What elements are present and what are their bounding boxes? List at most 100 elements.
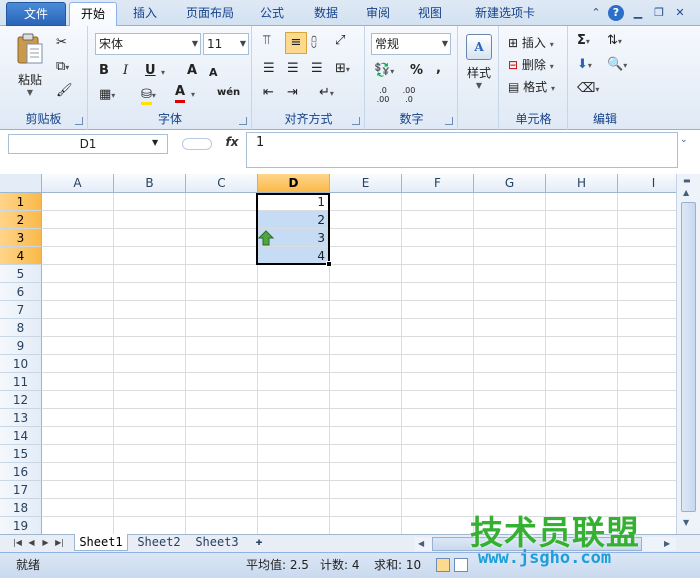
split-handle-icon[interactable]: ▬ bbox=[683, 176, 691, 185]
cell-d18[interactable] bbox=[258, 499, 330, 517]
cell-b14[interactable] bbox=[114, 427, 186, 445]
align-center-icon[interactable]: ☰ bbox=[287, 60, 299, 78]
cell-i14[interactable] bbox=[618, 427, 676, 445]
cell-e19[interactable] bbox=[330, 517, 402, 534]
autosum-button[interactable]: Σ▾ bbox=[577, 32, 590, 51]
cell-b5[interactable] bbox=[114, 265, 186, 283]
cell-i16[interactable] bbox=[618, 463, 676, 481]
row-header-14[interactable]: 14 bbox=[0, 427, 42, 445]
fill-color-icon[interactable]: ⛁▾ bbox=[141, 86, 156, 105]
row-header-11[interactable]: 11 bbox=[0, 373, 42, 391]
tab-new-tab[interactable]: 新建选项卡 bbox=[462, 2, 548, 26]
cell-d9[interactable] bbox=[258, 337, 330, 355]
cell-b19[interactable] bbox=[114, 517, 186, 534]
cell-d1[interactable]: 1 bbox=[258, 193, 330, 211]
row-header-10[interactable]: 10 bbox=[0, 355, 42, 373]
cell-d7[interactable] bbox=[258, 301, 330, 319]
cell-d16[interactable] bbox=[258, 463, 330, 481]
last-sheet-icon[interactable]: ▶| bbox=[54, 536, 65, 550]
cell-a10[interactable] bbox=[42, 355, 114, 373]
cell-i15[interactable] bbox=[618, 445, 676, 463]
font-size-combo[interactable]: 11 ▼ bbox=[203, 33, 249, 55]
cell-c7[interactable] bbox=[186, 301, 258, 319]
cell-f7[interactable] bbox=[402, 301, 474, 319]
cell-h4[interactable] bbox=[546, 247, 618, 265]
cell-c10[interactable] bbox=[186, 355, 258, 373]
minimize-ribbon-icon[interactable]: ⌃ bbox=[588, 5, 604, 21]
cell-a2[interactable] bbox=[42, 211, 114, 229]
cell-b9[interactable] bbox=[114, 337, 186, 355]
column-header-e[interactable]: E bbox=[330, 174, 402, 193]
cell-d8[interactable] bbox=[258, 319, 330, 337]
row-header-1[interactable]: 1 bbox=[0, 193, 42, 211]
cell-i5[interactable] bbox=[618, 265, 676, 283]
cell-c1[interactable] bbox=[186, 193, 258, 211]
cell-c13[interactable] bbox=[186, 409, 258, 427]
cell-g10[interactable] bbox=[474, 355, 546, 373]
cell-g11[interactable] bbox=[474, 373, 546, 391]
clear-icon[interactable]: ⌫▾ bbox=[577, 80, 599, 99]
cell-c16[interactable] bbox=[186, 463, 258, 481]
cell-e18[interactable] bbox=[330, 499, 402, 517]
row-header-5[interactable]: 5 bbox=[0, 265, 42, 283]
cell-g18[interactable] bbox=[474, 499, 546, 517]
cell-h2[interactable] bbox=[546, 211, 618, 229]
cell-e10[interactable] bbox=[330, 355, 402, 373]
cell-b3[interactable] bbox=[114, 229, 186, 247]
underline-dropdown-icon[interactable]: ▾ bbox=[161, 68, 165, 77]
cell-i17[interactable] bbox=[618, 481, 676, 499]
font-name-combo[interactable]: 宋体 ▼ bbox=[95, 33, 201, 55]
row-header-18[interactable]: 18 bbox=[0, 499, 42, 517]
column-header-c[interactable]: C bbox=[186, 174, 258, 193]
cell-b2[interactable] bbox=[114, 211, 186, 229]
cut-icon[interactable]: ✂ bbox=[56, 34, 67, 52]
cell-f5[interactable] bbox=[402, 265, 474, 283]
scroll-down-icon[interactable]: ▼ bbox=[683, 518, 689, 527]
cell-a7[interactable] bbox=[42, 301, 114, 319]
cell-e16[interactable] bbox=[330, 463, 402, 481]
cell-g1[interactable] bbox=[474, 193, 546, 211]
row-header-15[interactable]: 15 bbox=[0, 445, 42, 463]
cell-c3[interactable] bbox=[186, 229, 258, 247]
cell-g8[interactable] bbox=[474, 319, 546, 337]
name-box[interactable]: D1 bbox=[8, 134, 168, 154]
cell-c18[interactable] bbox=[186, 499, 258, 517]
select-all-corner[interactable] bbox=[0, 174, 42, 193]
formula-input[interactable]: 1 bbox=[246, 132, 678, 168]
name-box-dropdown-icon[interactable]: ▼ bbox=[152, 134, 158, 152]
cell-g14[interactable] bbox=[474, 427, 546, 445]
cell-g12[interactable] bbox=[474, 391, 546, 409]
cell-i3[interactable] bbox=[618, 229, 676, 247]
vertical-scroll-thumb[interactable] bbox=[681, 202, 696, 512]
cell-c5[interactable] bbox=[186, 265, 258, 283]
cell-g7[interactable] bbox=[474, 301, 546, 319]
row-header-16[interactable]: 16 bbox=[0, 463, 42, 481]
cell-h3[interactable] bbox=[546, 229, 618, 247]
currency-icon[interactable]: 💱▾ bbox=[374, 62, 394, 81]
horizontal-scrollbar[interactable]: ◀ ▶ bbox=[414, 537, 676, 551]
cell-f14[interactable] bbox=[402, 427, 474, 445]
formula-bar-splitter[interactable] bbox=[182, 138, 212, 150]
cell-g16[interactable] bbox=[474, 463, 546, 481]
cell-d17[interactable] bbox=[258, 481, 330, 499]
first-sheet-icon[interactable]: |◀ bbox=[12, 536, 23, 550]
cell-i10[interactable] bbox=[618, 355, 676, 373]
cell-a9[interactable] bbox=[42, 337, 114, 355]
tab-page-layout[interactable]: 页面布局 bbox=[178, 2, 242, 26]
cell-c17[interactable] bbox=[186, 481, 258, 499]
cell-d4[interactable]: 4 bbox=[258, 247, 330, 265]
cell-i13[interactable] bbox=[618, 409, 676, 427]
cell-h12[interactable] bbox=[546, 391, 618, 409]
cell-b13[interactable] bbox=[114, 409, 186, 427]
cell-g9[interactable] bbox=[474, 337, 546, 355]
tab-formulas[interactable]: 公式 bbox=[250, 2, 294, 26]
align-left-icon[interactable]: ☰ bbox=[263, 60, 275, 78]
cell-g4[interactable] bbox=[474, 247, 546, 265]
cell-c8[interactable] bbox=[186, 319, 258, 337]
delete-cells-button[interactable]: ⊟ 删除 ▾ bbox=[508, 56, 554, 73]
phonetic-button[interactable]: wén bbox=[217, 84, 240, 102]
cell-f12[interactable] bbox=[402, 391, 474, 409]
cell-f9[interactable] bbox=[402, 337, 474, 355]
cell-a19[interactable] bbox=[42, 517, 114, 534]
cell-g2[interactable] bbox=[474, 211, 546, 229]
